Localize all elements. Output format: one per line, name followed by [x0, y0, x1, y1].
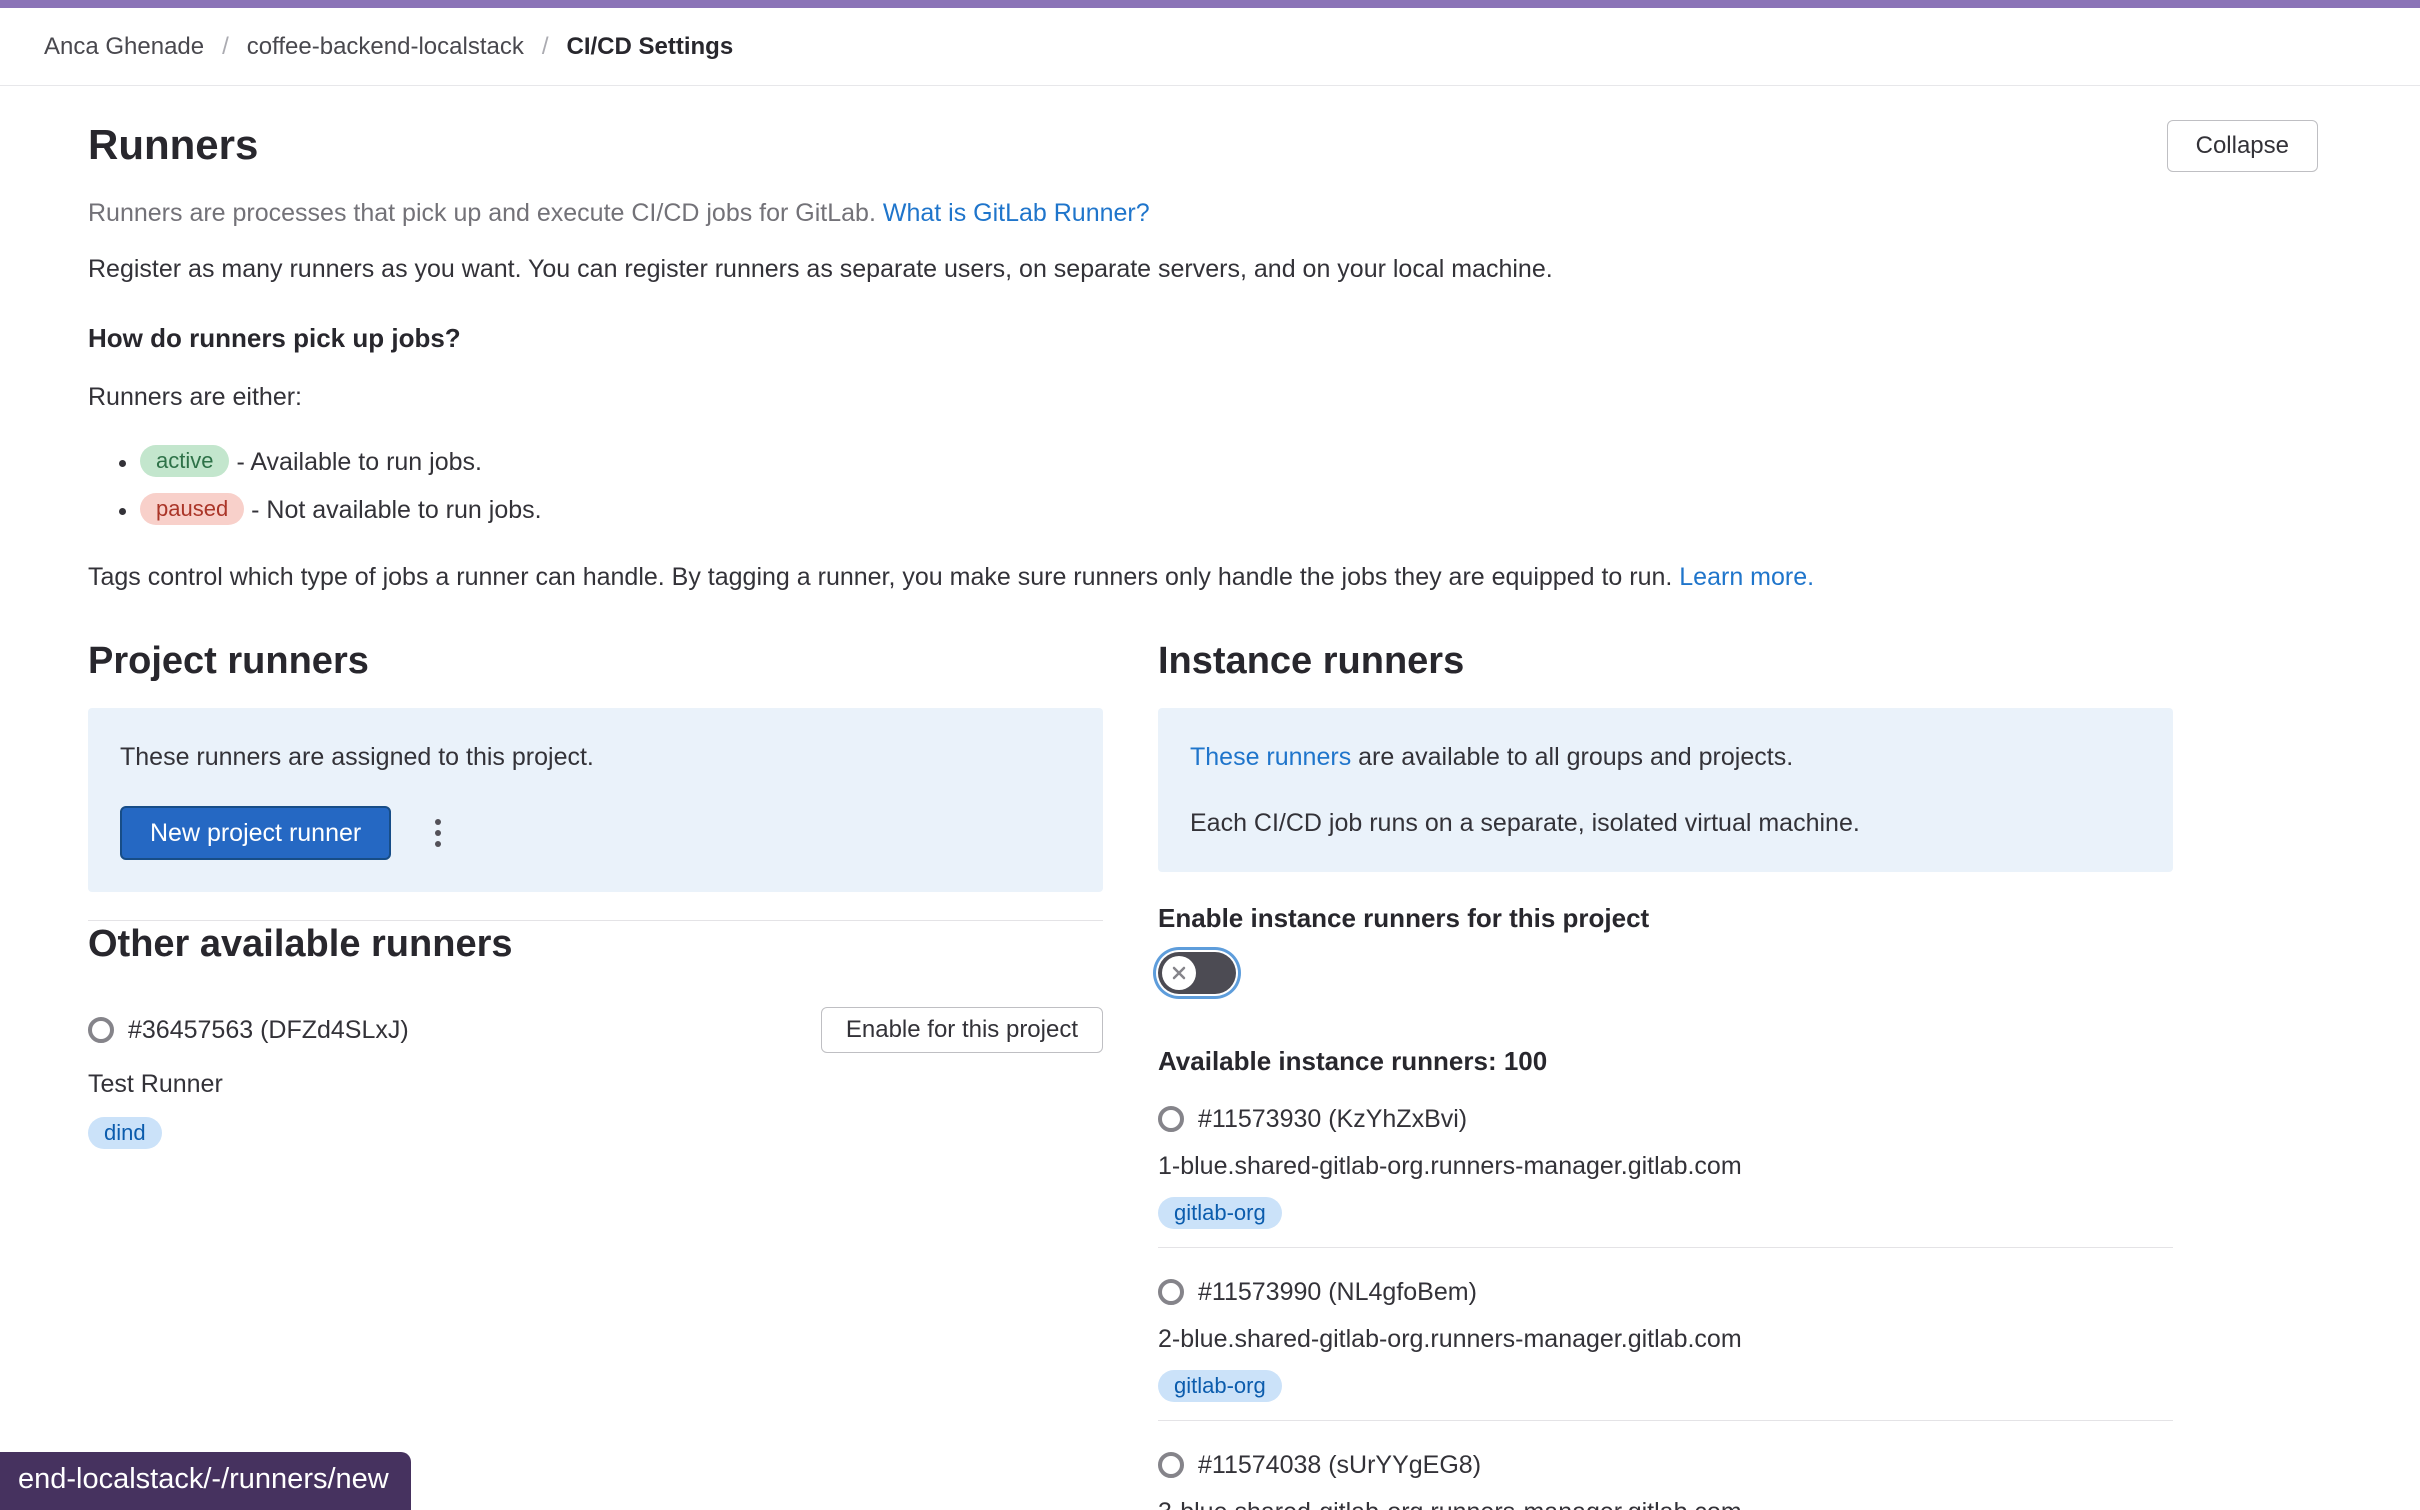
tags-description: Tags control which type of jobs a runner… [88, 560, 2318, 594]
runner-tag-badge: gitlab-org [1158, 1197, 1282, 1229]
instance-runner-list: #11573930 (KzYhZxBvi) 1-blue.shared-gitl… [1158, 1101, 2173, 1510]
link-preview-statusbar: end-localstack/-/runners/new [0, 1452, 411, 1510]
other-runner-id-text: #36457563 (DFZd4SLxJ) [128, 1016, 409, 1045]
instance-runner-row: #11574038 (sUrYYgEG8) 3-blue.shared-gitl… [1158, 1421, 2173, 1510]
paused-status-badge: paused [140, 493, 244, 525]
runner-status-list: active - Available to run jobs. paused -… [88, 442, 2318, 530]
enable-for-project-button[interactable]: Enable for this project [821, 1007, 1103, 1053]
instance-runner-row: #11573990 (NL4gfoBem) 2-blue.shared-gitl… [1158, 1248, 2173, 1421]
kebab-icon [435, 830, 441, 836]
instance-runner-row: #11573930 (KzYhZxBvi) 1-blue.shared-gitl… [1158, 1101, 2173, 1248]
register-runners-text: Register as many runners as you want. Yo… [88, 252, 2318, 286]
breadcrumb-user-link[interactable]: Anca Ghenade [44, 33, 204, 61]
instance-runner-id-text: #11573990 (NL4gfoBem) [1198, 1278, 1477, 1307]
other-runner-tags: dind [88, 1117, 1103, 1149]
instance-runner-id-text: #11574038 (sUrYYgEG8) [1198, 1451, 1481, 1480]
other-available-runners-title: Other available runners [88, 921, 1103, 967]
project-runners-column: Project runners These runners are assign… [88, 638, 1103, 1510]
instance-runners-callout: These runners are available to all group… [1158, 708, 2173, 872]
runner-status-ring-icon [1158, 1106, 1184, 1132]
breadcrumb-separator: / [542, 33, 549, 61]
tags-description-text: Tags control which type of jobs a runner… [88, 563, 1672, 591]
gitlab-cicd-settings-page: Anca Ghenade / coffee-backend-localstack… [0, 0, 2420, 1510]
page-title: Runners [88, 120, 258, 170]
browser-progress-bar [0, 0, 2420, 8]
project-runners-callout: These runners are assigned to this proje… [88, 708, 1103, 892]
breadcrumb-separator: / [222, 33, 229, 61]
instance-runner-id-text: #11573930 (KzYhZxBvi) [1198, 1105, 1467, 1134]
cross-icon [1169, 963, 1189, 983]
runner-tag-badge: gitlab-org [1158, 1370, 1282, 1402]
instance-runners-column: Instance runners These runners are avail… [1158, 638, 2173, 1510]
new-project-runner-button[interactable]: New project runner [120, 806, 391, 860]
instance-runners-toggle[interactable] [1158, 952, 1236, 994]
instance-runners-callout-line2: Each CI/CD job runs on a separate, isola… [1190, 806, 2141, 840]
runners-settings-section: Runners Collapse Runners are processes t… [0, 86, 2420, 1510]
runners-are-either-label: Runners are either: [88, 380, 2318, 414]
active-status-badge: active [140, 445, 229, 477]
runner-status-ring-icon [1158, 1452, 1184, 1478]
instance-runners-callout-line1: These runners are available to all group… [1190, 740, 2141, 774]
instance-runner-host: 3-blue.shared-gitlab-org.runners-manager… [1158, 1495, 2173, 1510]
status-list-item-paused: paused - Not available to run jobs. [140, 490, 2318, 530]
breadcrumb-project-link[interactable]: coffee-backend-localstack [247, 33, 524, 61]
instance-runner-tags: gitlab-org [1158, 1370, 2173, 1402]
what-is-gitlab-runner-link[interactable]: What is GitLab Runner? [883, 199, 1150, 227]
collapse-button[interactable]: Collapse [2167, 120, 2318, 172]
other-runner-name: Test Runner [88, 1067, 1103, 1101]
breadcrumb: Anca Ghenade / coffee-backend-localstack… [44, 33, 733, 61]
these-runners-link[interactable]: These runners [1190, 743, 1351, 771]
breadcrumb-bar: Anca Ghenade / coffee-backend-localstack… [0, 8, 2420, 86]
runners-description-text: Runners are processes that pick up and e… [88, 199, 876, 227]
breadcrumb-current-page: CI/CD Settings [567, 33, 734, 61]
instance-runners-callout-rest: are available to all groups and projects… [1351, 743, 1793, 771]
paused-status-description: - Not available to run jobs. [251, 496, 541, 524]
instance-runner-id: #11573990 (NL4gfoBem) [1158, 1274, 2173, 1310]
instance-runner-id: #11574038 (sUrYYgEG8) [1158, 1447, 2173, 1483]
other-runner-row: #36457563 (DFZd4SLxJ) Enable for this pr… [88, 1007, 1103, 1053]
instance-runners-title: Instance runners [1158, 638, 2173, 684]
learn-more-link[interactable]: Learn more. [1679, 563, 1814, 591]
kebab-icon [435, 841, 441, 847]
project-runner-options-button[interactable] [427, 811, 449, 855]
instance-runner-tags: gitlab-org [1158, 1197, 2173, 1229]
how-runners-pick-jobs-heading: How do runners pick up jobs? [88, 322, 2318, 354]
toggle-knob [1162, 956, 1196, 990]
runner-tag-badge: dind [88, 1117, 162, 1149]
instance-runner-id: #11573930 (KzYhZxBvi) [1158, 1101, 2173, 1137]
runner-status-ring-icon [1158, 1279, 1184, 1305]
available-instance-runners-label: Available instance runners: 100 [1158, 1045, 2173, 1077]
other-runner-id: #36457563 (DFZd4SLxJ) [88, 1016, 409, 1045]
instance-runner-host: 2-blue.shared-gitlab-org.runners-manager… [1158, 1322, 2173, 1356]
instance-runner-host: 1-blue.shared-gitlab-org.runners-manager… [1158, 1149, 2173, 1183]
runner-status-ring-icon [88, 1017, 114, 1043]
kebab-icon [435, 819, 441, 825]
enable-instance-runners-label: Enable instance runners for this project [1158, 902, 2173, 934]
project-runners-title: Project runners [88, 638, 1103, 684]
project-runners-callout-text: These runners are assigned to this proje… [120, 740, 1071, 774]
active-status-description: - Available to run jobs. [236, 448, 482, 476]
runners-description: Runners are processes that pick up and e… [88, 196, 2318, 230]
status-list-item-active: active - Available to run jobs. [140, 442, 2318, 482]
